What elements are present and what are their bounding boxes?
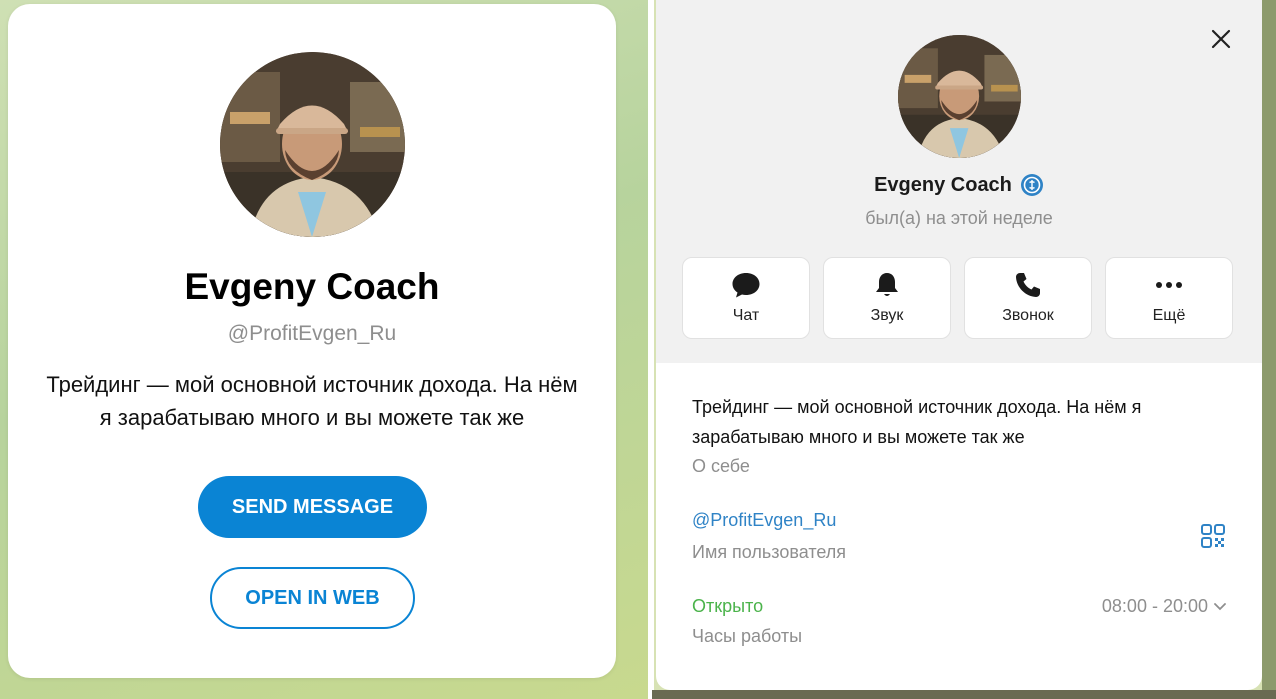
profile-name: Evgeny Coach bbox=[874, 173, 1012, 196]
profile-name: Evgeny Coach bbox=[184, 266, 440, 307]
name-row: Evgeny Coach bbox=[656, 173, 1262, 197]
bio-label: О себе bbox=[692, 456, 750, 476]
verified-icon bbox=[1020, 174, 1043, 196]
chat-button[interactable]: Чат bbox=[682, 257, 810, 339]
chat-icon bbox=[732, 273, 760, 298]
open-in-web-button[interactable]: OPEN IN WEB bbox=[210, 567, 415, 629]
working-hours[interactable]: 08:00 - 20:00 bbox=[1086, 596, 1226, 617]
call-label: Звонок bbox=[1002, 307, 1054, 324]
more-button[interactable]: Ещё bbox=[1105, 257, 1233, 339]
profile-username: @ProfitEvgen_Ru bbox=[227, 322, 397, 345]
username-label: Имя пользователя bbox=[692, 542, 847, 562]
background-strip bbox=[1262, 0, 1276, 699]
chat-label: Чат bbox=[732, 307, 760, 324]
divider bbox=[648, 0, 654, 699]
bio-text: Трейдинг — мой основной источник дохода.… bbox=[692, 397, 1142, 447]
close-button[interactable] bbox=[1204, 22, 1238, 56]
phone-icon bbox=[1016, 273, 1040, 297]
call-button[interactable]: Звонок bbox=[964, 257, 1092, 339]
bell-icon bbox=[876, 273, 898, 296]
profile-info-panel: Evgeny Coach был(а) на этой неделе Чат З… bbox=[656, 0, 1262, 690]
qr-code-icon[interactable] bbox=[1200, 523, 1226, 549]
more-label: Ещё bbox=[1152, 307, 1186, 324]
last-seen-status: был(а) на этой неделе bbox=[865, 208, 1053, 228]
more-icon bbox=[1156, 282, 1182, 288]
username-link[interactable]: @ProfitEvgen_Ru bbox=[692, 510, 836, 531]
profile-bio: Трейдинг — мой основной источник дохода.… bbox=[46, 372, 578, 430]
close-icon bbox=[1211, 29, 1231, 49]
chevron-down-icon bbox=[1214, 602, 1226, 610]
hours-value: 08:00 - 20:00 bbox=[1101, 596, 1208, 616]
background-bottom bbox=[652, 690, 1276, 699]
sound-label: Звук bbox=[870, 307, 904, 324]
sound-button[interactable]: Звук bbox=[823, 257, 951, 339]
profile-card: Evgeny Coach @ProfitEvgen_Ru Трейдинг — … bbox=[8, 4, 616, 678]
open-status: Открыто bbox=[692, 596, 764, 616]
send-message-button[interactable]: SEND MESSAGE bbox=[198, 476, 427, 538]
avatar[interactable] bbox=[898, 35, 1021, 158]
hours-label: Часы работы bbox=[692, 626, 803, 646]
avatar bbox=[220, 52, 405, 237]
